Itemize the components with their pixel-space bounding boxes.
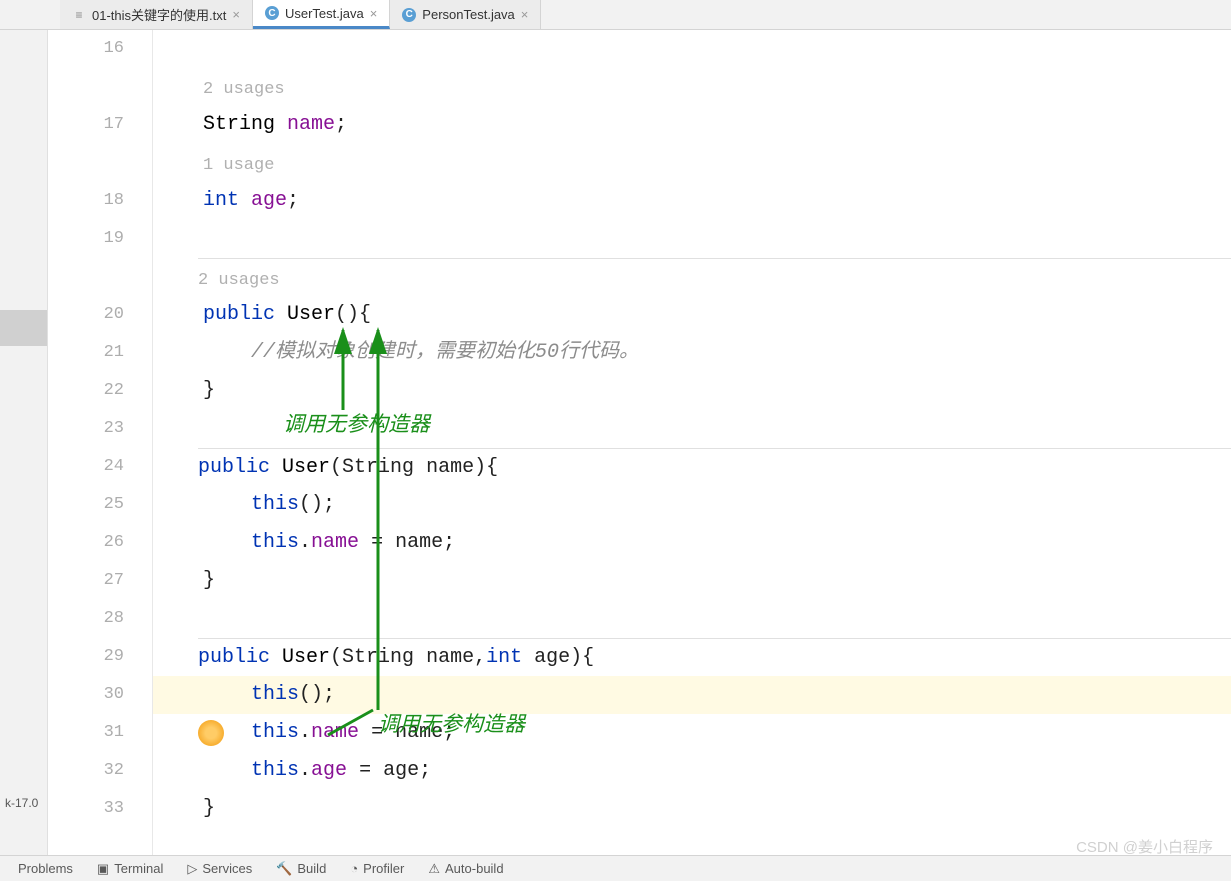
java-class-icon: C	[402, 8, 416, 22]
code-line: this();	[203, 486, 1231, 524]
profiler-icon: ◔	[350, 861, 358, 876]
line-number: 19	[48, 220, 124, 258]
tab-label: PersonTest.java	[422, 7, 515, 22]
warning-icon: ⚠	[428, 861, 440, 877]
line-number: 18	[48, 182, 124, 220]
watermark: CSDN @姜小白程序	[1076, 836, 1213, 857]
services-icon: ▷	[187, 861, 197, 877]
tab-label: Auto-build	[445, 861, 504, 876]
problems-tab[interactable]: Problems	[8, 861, 83, 876]
line-number: 31	[48, 714, 124, 752]
tab-usertest[interactable]: C UserTest.java ×	[253, 0, 390, 29]
code-line: int age;	[203, 182, 1231, 220]
code-line-current: this();	[153, 676, 1231, 714]
terminal-icon: ▣	[97, 861, 109, 877]
editor-gutter[interactable]: 16 17 18 19 20 21 22 23 24 25 26 27 28 2…	[48, 30, 153, 855]
tabs-bar: ≡ 01-this关键字的使用.txt × C UserTest.java × …	[0, 0, 1231, 30]
line-number: 26	[48, 524, 124, 562]
tab-label: Services	[202, 861, 252, 876]
code-line: public User(){	[203, 296, 1231, 334]
text-file-icon: ≡	[72, 8, 86, 22]
code-line: public User(String name,int age){	[198, 638, 1231, 676]
close-icon[interactable]: ×	[521, 7, 529, 22]
usage-hint[interactable]: 1 usage	[203, 144, 1231, 182]
code-line	[203, 410, 1231, 448]
code-line	[203, 220, 1231, 258]
code-line: }	[203, 562, 1231, 600]
tab-label: Terminal	[114, 861, 163, 876]
tab-txt-file[interactable]: ≡ 01-this关键字的使用.txt ×	[60, 0, 253, 29]
line-number: 22	[48, 372, 124, 410]
tab-label: 01-this关键字的使用.txt	[92, 5, 226, 24]
services-tab[interactable]: ▷ Services	[177, 861, 262, 877]
tool-window-strip[interactable]: k-17.0	[0, 30, 48, 855]
project-tool-button[interactable]	[0, 310, 47, 346]
terminal-tab[interactable]: ▣ Terminal	[87, 861, 173, 877]
line-number: 33	[48, 790, 124, 828]
build-tab[interactable]: 🔨 Build	[266, 861, 336, 877]
tab-label: Profiler	[363, 861, 404, 876]
usage-hint[interactable]: 2 usages	[198, 258, 1231, 296]
code-line: String name;	[203, 106, 1231, 144]
code-line: this.age = age;	[203, 752, 1231, 790]
close-icon[interactable]: ×	[370, 6, 378, 21]
code-line: }	[203, 790, 1231, 828]
usage-hint[interactable]: 2 usages	[203, 68, 1231, 106]
tab-label: UserTest.java	[285, 6, 364, 21]
line-number: 24	[48, 448, 124, 486]
autobuild-tab[interactable]: ⚠ Auto-build	[418, 861, 513, 877]
code-line	[203, 600, 1231, 638]
code-line: this.name = name;	[203, 714, 1231, 752]
line-number: 16	[48, 30, 124, 68]
line-number: 23	[48, 410, 124, 448]
jdk-label: k-17.0	[5, 796, 38, 810]
build-icon: 🔨	[276, 861, 292, 877]
line-number: 21	[48, 334, 124, 372]
code-line	[203, 30, 1231, 68]
line-number: 28	[48, 600, 124, 638]
close-icon[interactable]: ×	[232, 7, 240, 22]
line-number: 17	[48, 106, 124, 144]
line-number: 29	[48, 638, 124, 676]
code-line: //模拟对象创建时，需要初始化50行代码。	[203, 334, 1231, 372]
tab-label: Problems	[18, 861, 73, 876]
code-line: public User(String name){	[198, 448, 1231, 486]
code-editor[interactable]: 2 usages String name; 1 usage int age; 2…	[153, 30, 1231, 855]
line-number: 32	[48, 752, 124, 790]
tab-label: Build	[297, 861, 326, 876]
line-number: 25	[48, 486, 124, 524]
code-line: this.name = name;	[203, 524, 1231, 562]
profiler-tab[interactable]: ◔ Profiler	[340, 861, 414, 876]
bottom-tool-bar: Problems ▣ Terminal ▷ Services 🔨 Build ◔ Pro…	[0, 855, 1231, 881]
line-number: 30	[48, 676, 124, 714]
tab-persontest[interactable]: C PersonTest.java ×	[390, 0, 541, 29]
line-number: 20	[48, 296, 124, 334]
line-number: 27	[48, 562, 124, 600]
code-line: }	[203, 372, 1231, 410]
java-class-icon: C	[265, 6, 279, 20]
